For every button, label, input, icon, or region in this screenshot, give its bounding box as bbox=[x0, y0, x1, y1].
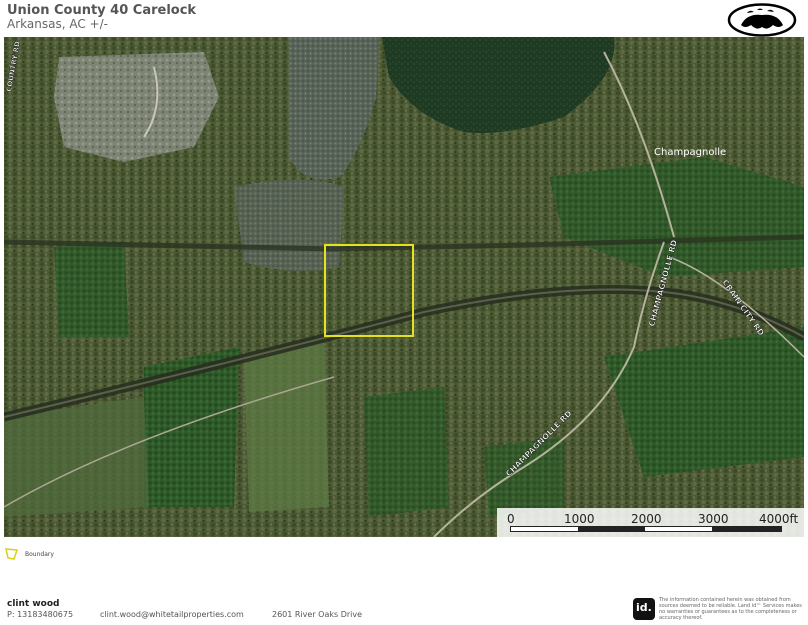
agent-email[interactable]: clint.wood@whitetailproperties.com bbox=[100, 610, 244, 619]
scale-label: 2000 bbox=[631, 512, 662, 526]
map-subtitle: Arkansas, AC +/- bbox=[7, 17, 108, 31]
clearcut-area bbox=[54, 52, 219, 162]
scale-label: 0 bbox=[507, 512, 515, 526]
scale-bar-line bbox=[510, 526, 782, 532]
agent-address: 2601 River Oaks Drive bbox=[272, 610, 363, 619]
aerial-map[interactable]: Champagnolle CHAMPAGNOLLE RD CHAMPAGNOLL… bbox=[4, 37, 804, 537]
brand-logo-icon bbox=[727, 3, 797, 41]
scale-label: 4000ft bbox=[759, 512, 799, 526]
scale-bar: 0 1000 2000 3000 4000ft bbox=[497, 508, 804, 537]
agent-name: clint wood bbox=[7, 599, 60, 609]
map-title: Union County 40 Carelock bbox=[7, 3, 197, 18]
agent-phone: P: 13183480675 bbox=[7, 610, 74, 619]
scale-label: 1000 bbox=[564, 512, 595, 526]
landid-logo-icon: id. bbox=[633, 598, 655, 620]
map-header: Union County 40 Carelock Arkansas, AC +/… bbox=[0, 0, 808, 37]
boundary-legend-icon bbox=[5, 548, 19, 560]
legend-label: Boundary bbox=[25, 551, 54, 558]
landid-logo-text: id. bbox=[636, 601, 652, 614]
disclaimer: The information contained herein was obt… bbox=[659, 597, 802, 621]
place-label: Champagnolle bbox=[654, 147, 726, 158]
scale-label: 3000 bbox=[698, 512, 729, 526]
